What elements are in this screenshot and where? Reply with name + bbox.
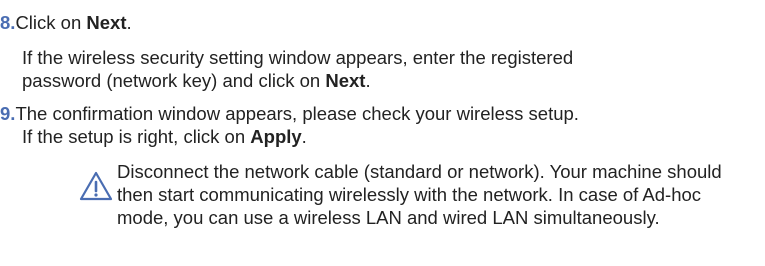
step-number: 8.: [0, 12, 16, 33]
step-text: The confirmation window appears, please …: [15, 103, 579, 124]
step-text: Click on: [15, 12, 87, 33]
step-9: 9.The confirmation window appears, pleas…: [0, 102, 579, 125]
step-8: 8.Click on Next.: [0, 12, 132, 33]
step-9-line-2: If the setup is right, click on Apply.: [22, 126, 307, 147]
step-action-label: Next: [325, 70, 366, 91]
step-8-detail-line-2: password (network key) and click on Next…: [22, 70, 371, 91]
step-8-detail-line-1: If the wireless security setting window …: [22, 47, 574, 68]
warning-triangle-icon: [78, 170, 114, 202]
step-action-label: Next: [86, 12, 127, 33]
step-number: 9.: [0, 103, 16, 124]
warning-note-text: Disconnect the network cable (standard o…: [117, 161, 722, 228]
step-action-label: Apply: [250, 126, 302, 147]
